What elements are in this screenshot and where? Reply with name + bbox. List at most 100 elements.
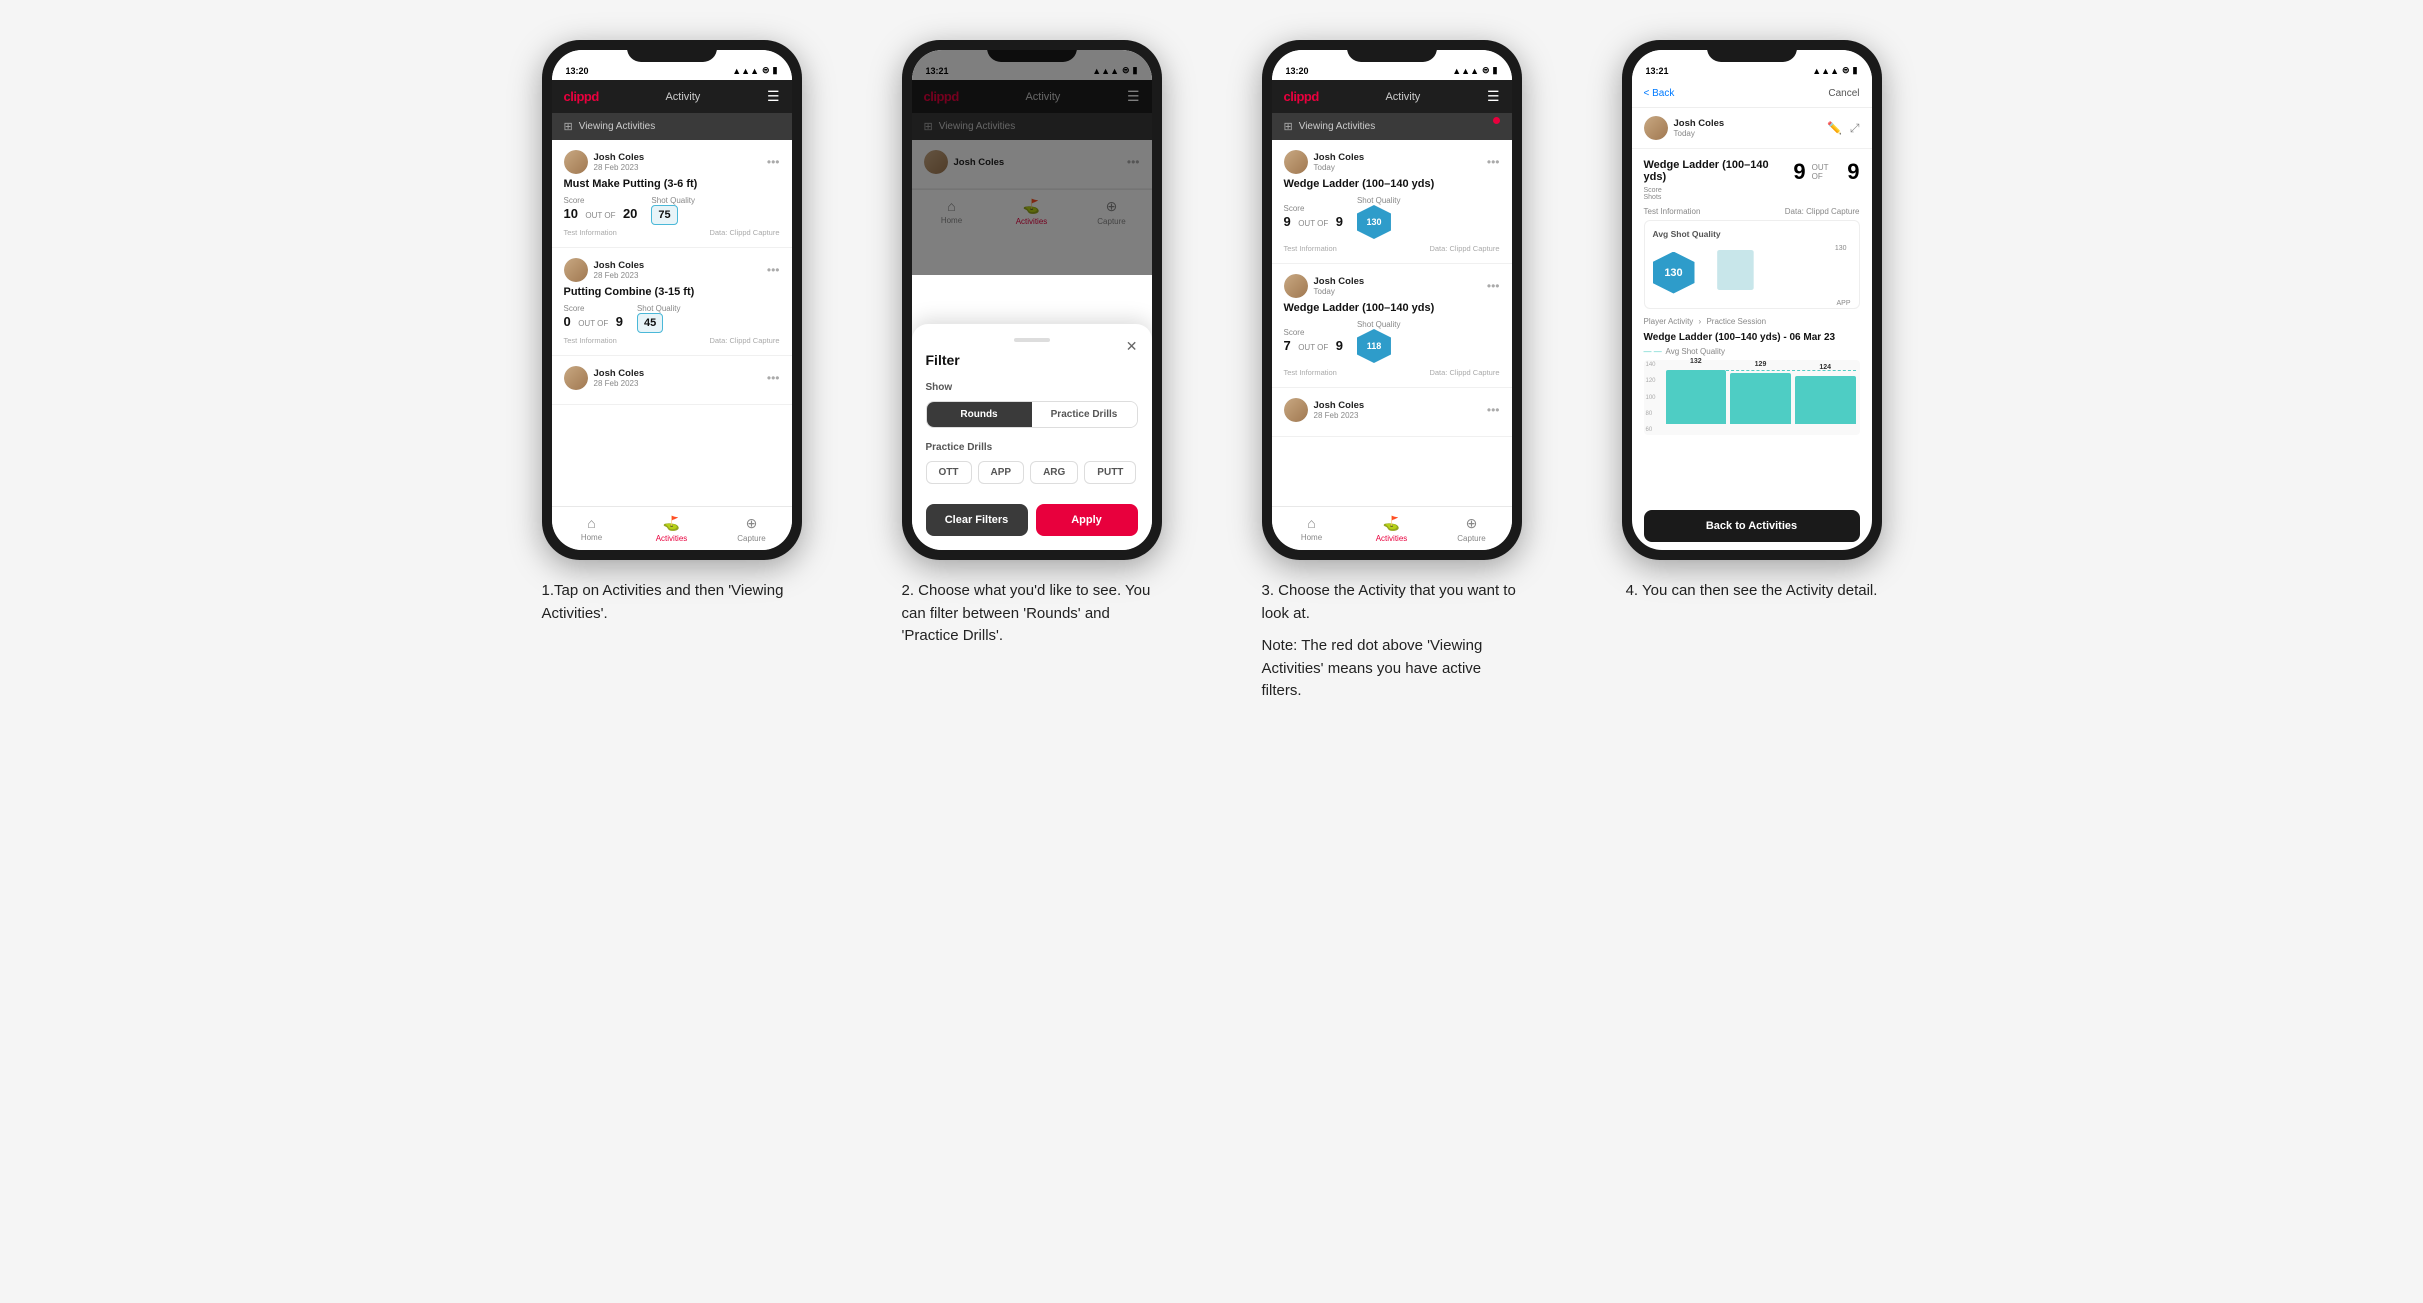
- activities-icon-1: ⛳: [663, 515, 680, 532]
- toggle-rounds-2[interactable]: Rounds: [927, 402, 1032, 427]
- out-of-4: OUT OF: [1812, 163, 1842, 181]
- card-header-3-1: Josh Coles Today •••: [1284, 150, 1500, 174]
- back-button-4[interactable]: < Back: [1644, 88, 1675, 99]
- toggle-practice-2[interactable]: Practice Drills: [1032, 402, 1137, 427]
- battery-icon: ▮: [773, 65, 778, 76]
- activity-card-3-2[interactable]: Josh Coles Today ••• Wedge Ladder (100–1…: [1272, 264, 1512, 388]
- more-dots-1-2[interactable]: •••: [767, 263, 780, 277]
- screen-1: 13:20 ▲▲▲ ⊜ ▮ clippd Activity ☰ ⊞ View: [552, 50, 792, 550]
- score-stat-3-2: Score 7 OUT OF 9: [1284, 328, 1343, 355]
- modal-close-2[interactable]: ✕: [1126, 338, 1138, 355]
- battery-icon-3: ▮: [1493, 65, 1498, 76]
- user-name-col-3-3: Josh Coles 28 Feb 2023: [1314, 400, 1365, 420]
- screen-2: 13:21 ▲▲▲ ⊜ ▮ clippd Activity ☰ ⊞ View: [912, 50, 1152, 550]
- notch-1: [627, 40, 717, 62]
- phone-4: 13:21 ▲▲▲ ⊜ ▮ < Back Cancel: [1622, 40, 1882, 560]
- caption-3-note: Note: The red dot above 'Viewing Activit…: [1262, 635, 1522, 703]
- user-date-1-1: 28 Feb 2023: [594, 163, 645, 172]
- card-title-1-1: Must Make Putting (3-6 ft): [564, 178, 780, 190]
- card-title-3-2: Wedge Ladder (100–140 yds): [1284, 302, 1500, 314]
- user-date-3-2: Today: [1314, 287, 1365, 296]
- activity-card-1-1[interactable]: Josh Coles 28 Feb 2023 ••• Must Make Put…: [552, 140, 792, 248]
- user-info-1-1: Josh Coles 28 Feb 2023: [564, 150, 645, 174]
- viewing-bar-text-1: Viewing Activities: [579, 121, 656, 132]
- viewing-bar-1[interactable]: ⊞ Viewing Activities: [552, 113, 792, 140]
- card-title-1-2: Putting Combine (3-15 ft): [564, 286, 780, 298]
- activity-card-1-3[interactable]: Josh Coles 28 Feb 2023 •••: [552, 356, 792, 405]
- edit-icon-4[interactable]: ✏️: [1827, 121, 1842, 136]
- cancel-button-4[interactable]: Cancel: [1828, 88, 1859, 99]
- drill-ott-2[interactable]: OTT: [926, 461, 972, 484]
- user-name-3-2: Josh Coles: [1314, 276, 1365, 287]
- large-hex-4: 130: [1653, 252, 1695, 294]
- status-time-4: 13:21: [1646, 66, 1669, 76]
- activity-card-3-1[interactable]: Josh Coles Today ••• Wedge Ladder (100–1…: [1272, 140, 1512, 264]
- caption-3-container: 3. Choose the Activity that you want to …: [1262, 580, 1522, 703]
- app-header-title-1: Activity: [665, 91, 700, 103]
- card-header-1-2: Josh Coles 28 Feb 2023 •••: [564, 258, 780, 282]
- score-stat-1-2: Score 0 OUT OF 9: [564, 304, 623, 331]
- card-title-3-1: Wedge Ladder (100–140 yds): [1284, 178, 1500, 190]
- more-dots-1-1[interactable]: •••: [767, 155, 780, 169]
- more-dots-3-3[interactable]: •••: [1487, 403, 1500, 417]
- avatar-3-3: [1284, 398, 1308, 422]
- chart-x-label-4: APP: [1705, 300, 1851, 307]
- mini-chart-4: 130 APP APP: [1705, 245, 1851, 300]
- detail-user-name-4: Josh Coles: [1674, 118, 1725, 129]
- status-icons-3: ▲▲▲ ⊜ ▮: [1452, 65, 1497, 76]
- avatar-1-3: [564, 366, 588, 390]
- page-container: 13:20 ▲▲▲ ⊜ ▮ clippd Activity ☰ ⊞ View: [512, 40, 1912, 703]
- detail-user-col-4: Josh Coles Today: [1674, 118, 1725, 138]
- detail-title-row: Wedge Ladder (100–140 yds) Score Shots 9…: [1644, 159, 1860, 201]
- show-label-2: Show: [926, 382, 1138, 393]
- session-metric-4: — — Avg Shot Quality: [1644, 347, 1860, 356]
- more-dots-3-2[interactable]: •••: [1487, 279, 1500, 293]
- activity-card-3-3[interactable]: Josh Coles 28 Feb 2023 •••: [1272, 388, 1512, 437]
- viewing-bar-3[interactable]: ⊞ Viewing Activities: [1272, 113, 1512, 140]
- hamburger-icon-1[interactable]: ☰: [767, 88, 780, 105]
- hamburger-icon-3[interactable]: ☰: [1487, 88, 1500, 105]
- hex-badge-3-2: 118: [1357, 329, 1391, 363]
- card-header-3-2: Josh Coles Today •••: [1284, 274, 1500, 298]
- user-name-3-3: Josh Coles: [1314, 400, 1365, 411]
- more-dots-1-3[interactable]: •••: [767, 371, 780, 385]
- more-dots-3-1[interactable]: •••: [1487, 155, 1500, 169]
- drill-arg-2[interactable]: ARG: [1030, 461, 1078, 484]
- drill-app-2[interactable]: APP: [978, 461, 1025, 484]
- modal-actions-2: Clear Filters Apply: [926, 504, 1138, 536]
- apply-button-2[interactable]: Apply: [1036, 504, 1138, 536]
- expand-icon-4[interactable]: ⤢: [1850, 121, 1860, 136]
- card-stats-3-2: Score 7 OUT OF 9 Shot Quality 118: [1284, 320, 1500, 363]
- sq-stat-1-2: Shot Quality 45: [637, 304, 681, 331]
- user-name-col-1-3: Josh Coles 28 Feb 2023: [594, 368, 645, 388]
- user-name-col-3-1: Josh Coles Today: [1314, 152, 1365, 172]
- user-info-3-1: Josh Coles Today: [1284, 150, 1365, 174]
- modal-title-2: Filter: [926, 352, 1138, 368]
- step-3-container: 13:20 ▲▲▲ ⊜ ▮ clippd Activity ☰ ⊞ View: [1232, 40, 1552, 703]
- nav-home-1[interactable]: ⌂ Home: [552, 507, 632, 550]
- nav-activities-1[interactable]: ⛳ Activities: [632, 507, 712, 550]
- nav-capture-3[interactable]: ⊕ Capture: [1432, 507, 1512, 550]
- user-name-col-1-1: Josh Coles 28 Feb 2023: [594, 152, 645, 172]
- app-logo-3: clippd: [1284, 89, 1319, 104]
- app-logo-1: clippd: [564, 89, 599, 104]
- caption-2: 2. Choose what you'd like to see. You ca…: [902, 580, 1162, 648]
- activities-icon-3: ⛳: [1383, 515, 1400, 532]
- chart-svg-4: APP: [1705, 245, 1851, 295]
- user-name-1-3: Josh Coles: [594, 368, 645, 379]
- card-footer-1-2: Test Information Data: Clippd Capture: [564, 336, 780, 345]
- sq-stat-3-1: Shot Quality 130: [1357, 196, 1401, 239]
- nav-activities-3[interactable]: ⛳ Activities: [1352, 507, 1432, 550]
- modal-handle-2: [1014, 338, 1050, 342]
- shots-label-4: Shots: [1644, 194, 1662, 201]
- clear-filters-button-2[interactable]: Clear Filters: [926, 504, 1028, 536]
- back-to-activities-button-4[interactable]: Back to Activities: [1644, 510, 1860, 542]
- y-axis-4: 140 120 100 80 60: [1646, 360, 1656, 435]
- user-date-1-3: 28 Feb 2023: [594, 379, 645, 388]
- activity-card-1-2[interactable]: Josh Coles 28 Feb 2023 ••• Putting Combi…: [552, 248, 792, 356]
- nav-capture-1[interactable]: ⊕ Capture: [712, 507, 792, 550]
- drill-putt-2[interactable]: PUTT: [1084, 461, 1136, 484]
- filter-icon-3: ⊞: [1284, 120, 1293, 133]
- detail-title-4: Wedge Ladder (100–140 yds): [1644, 159, 1794, 183]
- nav-home-3[interactable]: ⌂ Home: [1272, 507, 1352, 550]
